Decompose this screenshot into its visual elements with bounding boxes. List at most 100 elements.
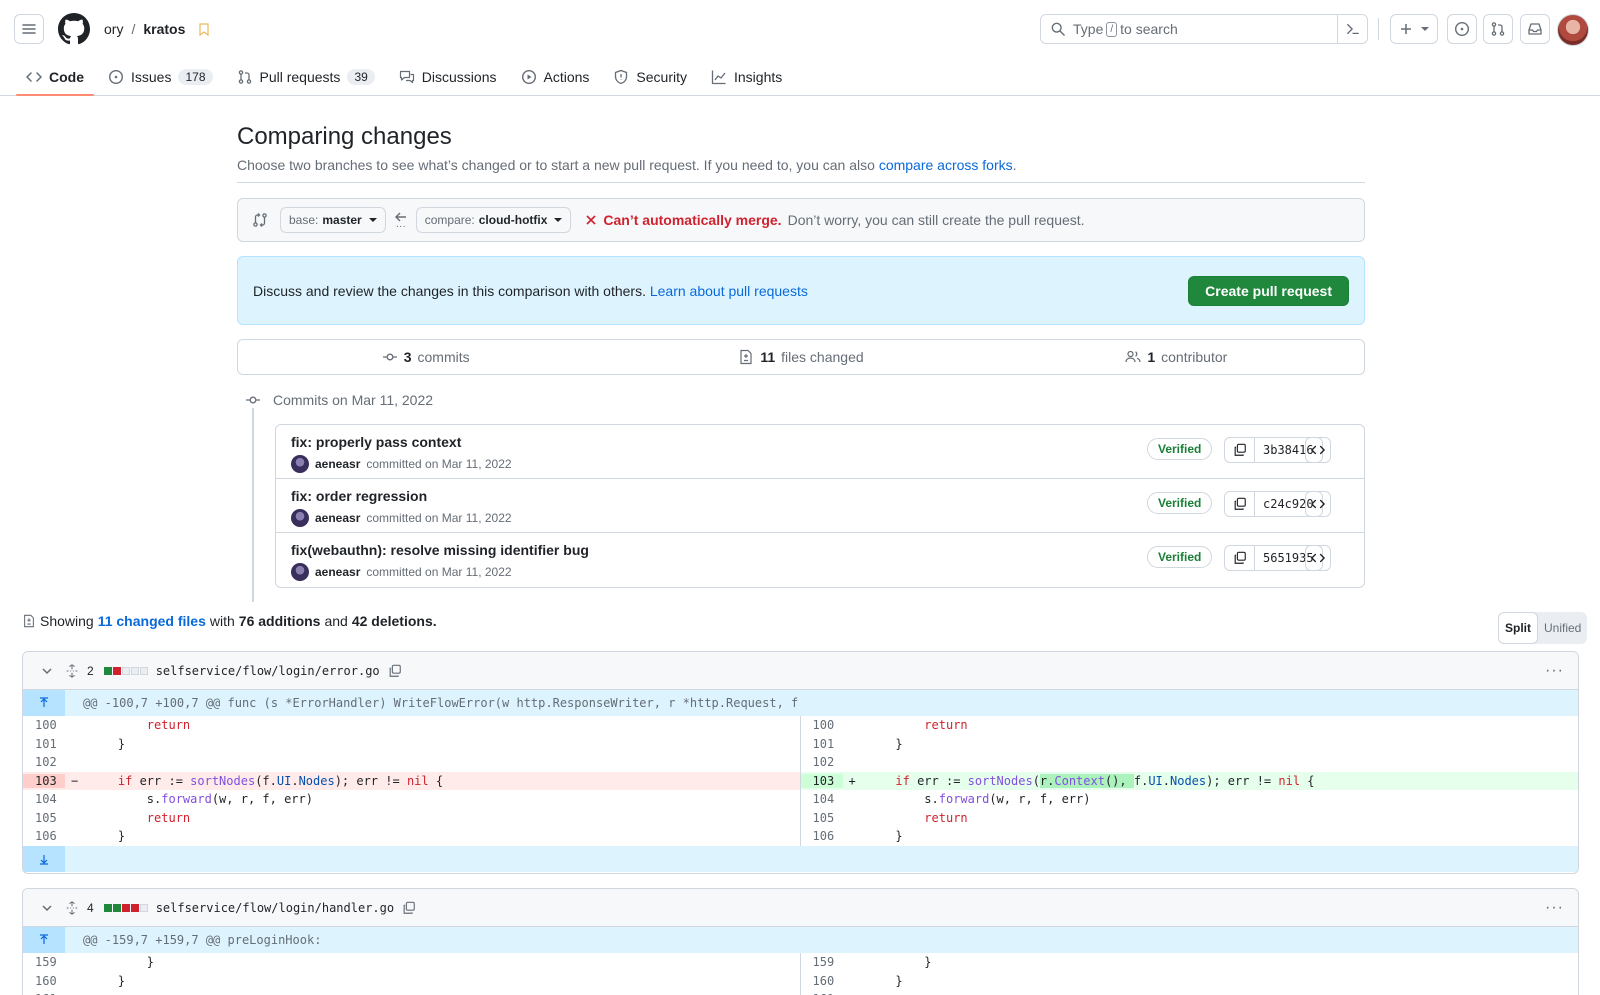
breadcrumb-owner[interactable]: ory: [104, 21, 123, 37]
commit-author[interactable]: aeneasr: [315, 457, 360, 471]
page-title: Comparing changes: [237, 123, 452, 150]
file-diff: 2 selfservice/flow/login/error.go ··· @@…: [22, 651, 1579, 874]
split-diff: 100 return 101 } 102 103− if err := sort…: [23, 716, 1578, 846]
unified-view-button[interactable]: Unified: [1538, 612, 1587, 644]
compare-branch-select[interactable]: compare: cloud-hotfix: [415, 207, 572, 233]
author-avatar[interactable]: [291, 455, 309, 473]
create-new-button[interactable]: [1390, 14, 1438, 44]
create-pull-request-button[interactable]: Create pull request: [1188, 275, 1349, 306]
commit-row: fix: order regression aeneasr committed …: [276, 479, 1364, 533]
github-logo-icon[interactable]: [58, 13, 90, 45]
compare-summary: 3 commits 11 files changed 1 contributor: [237, 339, 1365, 375]
tab-label: Issues: [131, 69, 172, 85]
search-input[interactable]: Type / to search: [1040, 14, 1368, 44]
chevron-down-icon[interactable]: [41, 665, 53, 677]
compare-across-forks-link[interactable]: compare across forks: [879, 157, 1013, 173]
commit-date: committed on Mar 11, 2022: [366, 457, 512, 471]
timeline-line: [252, 405, 254, 602]
diffstat-bar: [103, 903, 148, 912]
menu-icon[interactable]: [14, 14, 44, 44]
expand-up-icon[interactable]: [23, 927, 65, 953]
diff-line: 104 s.forward(w, r, f, err): [35, 792, 313, 807]
tab-issues[interactable]: Issues 178: [98, 60, 223, 94]
breadcrumb-repo[interactable]: kratos: [143, 21, 185, 37]
tab-actions[interactable]: Actions: [511, 60, 600, 94]
chevron-down-icon: [554, 218, 563, 222]
deletions-count: 42 deletions.: [351, 613, 437, 629]
tab-insights[interactable]: Insights: [701, 60, 792, 94]
commits-timeline: Commits on Mar 11, 2022 fix: properly pa…: [237, 385, 1365, 602]
split-view-button[interactable]: Split: [1498, 612, 1538, 644]
author-avatar[interactable]: [291, 563, 309, 581]
tab-security[interactable]: Security: [603, 60, 697, 94]
base-prefix: base:: [289, 213, 319, 227]
expand-all-icon[interactable]: [65, 663, 79, 678]
chevron-down-icon[interactable]: [41, 902, 53, 914]
files-summary[interactable]: 11 files changed: [613, 349, 988, 365]
diff-line: 101 }: [812, 736, 903, 751]
diff-line: 102: [35, 755, 57, 770]
tab-discussions[interactable]: Discussions: [389, 60, 507, 94]
commit-author[interactable]: aeneasr: [315, 511, 360, 525]
expand-all-icon[interactable]: [65, 900, 79, 915]
browse-code-icon[interactable]: [1305, 545, 1331, 571]
graph-icon: [711, 69, 727, 85]
shield-icon: [613, 69, 629, 85]
compare-prefix: compare:: [424, 213, 475, 227]
commits-label: commits: [417, 349, 470, 365]
author-avatar[interactable]: [291, 509, 309, 527]
expand-down-icon[interactable]: [23, 845, 65, 872]
expand-up-icon[interactable]: [23, 690, 65, 716]
diff-right-side: 159 } 160 } 161: [801, 953, 1579, 995]
browse-code-icon[interactable]: [1305, 491, 1331, 517]
diff-line-added: 103 + if err := sortNodes(r.Context(), f.…: [800, 771, 1578, 790]
pull-requests-icon[interactable]: [1483, 14, 1513, 44]
contributors-label: contributor: [1161, 349, 1228, 365]
base-branch-select[interactable]: base: master: [280, 207, 386, 233]
verified-badge[interactable]: Verified: [1147, 438, 1213, 460]
commits-date-header: Commits on Mar 11, 2022: [237, 385, 1365, 415]
copy-icon[interactable]: [402, 901, 416, 915]
plus-icon: [1400, 23, 1412, 35]
commit-list: fix: properly pass context aeneasr commi…: [275, 424, 1365, 588]
contributors-summary[interactable]: 1 contributor: [989, 349, 1364, 365]
git-compare-icon[interactable]: [252, 212, 268, 228]
commits-summary[interactable]: 3 commits: [238, 349, 613, 365]
browse-code-icon[interactable]: [1305, 437, 1331, 463]
file-path[interactable]: selfservice/flow/login/handler.go: [156, 901, 394, 915]
copy-icon[interactable]: [388, 664, 402, 678]
copy-icon[interactable]: [1225, 492, 1255, 516]
files-label: files changed: [781, 349, 864, 365]
hunk-header: @@ -159,7 +159,7 @@ preLoginHook:: [23, 927, 1578, 953]
kebab-menu-icon[interactable]: ···: [1545, 662, 1564, 680]
tab-code[interactable]: Code: [16, 60, 94, 96]
learn-pull-requests-link[interactable]: Learn about pull requests: [650, 283, 808, 299]
hunk-header: @@ -100,7 +100,7 @@ func (s *ErrorHandle…: [23, 690, 1578, 716]
showing-prefix: Showing: [40, 613, 94, 629]
compare-branch-name: cloud-hotfix: [478, 213, 548, 227]
copy-icon[interactable]: [1225, 546, 1255, 570]
changed-files-link[interactable]: 11 changed files: [98, 613, 206, 629]
bookmark-icon: [199, 22, 209, 36]
diff-summary: Showing 11 changed files with 76 additio…: [22, 613, 437, 629]
contributors-count: 1: [1147, 349, 1156, 365]
file-header: 4 selfservice/flow/login/handler.go ···: [23, 889, 1578, 927]
command-palette-icon[interactable]: [1337, 15, 1367, 43]
search-placeholder-after: to search: [1120, 21, 1178, 37]
verified-badge[interactable]: Verified: [1147, 492, 1213, 514]
tab-pull-requests[interactable]: Pull requests 39: [227, 60, 385, 94]
file-path[interactable]: selfservice/flow/login/error.go: [156, 664, 380, 678]
diff-line: 161: [23, 990, 800, 995]
diff-line: 160 }: [35, 973, 126, 988]
verified-badge[interactable]: Verified: [1147, 546, 1213, 568]
commit-date: committed on Mar 11, 2022: [366, 565, 512, 579]
issues-icon[interactable]: [1447, 14, 1477, 44]
kebab-menu-icon[interactable]: ···: [1545, 899, 1564, 917]
breadcrumb: ory / kratos: [104, 21, 209, 37]
inbox-icon[interactable]: [1520, 14, 1550, 44]
copy-icon[interactable]: [1225, 438, 1255, 462]
hunk-footer: [23, 845, 1578, 872]
commit-author[interactable]: aeneasr: [315, 565, 360, 579]
user-avatar[interactable]: [1557, 14, 1589, 46]
diff-line-deleted: 103− if err := sortNodes(f.UI.Nodes); er…: [23, 771, 800, 790]
